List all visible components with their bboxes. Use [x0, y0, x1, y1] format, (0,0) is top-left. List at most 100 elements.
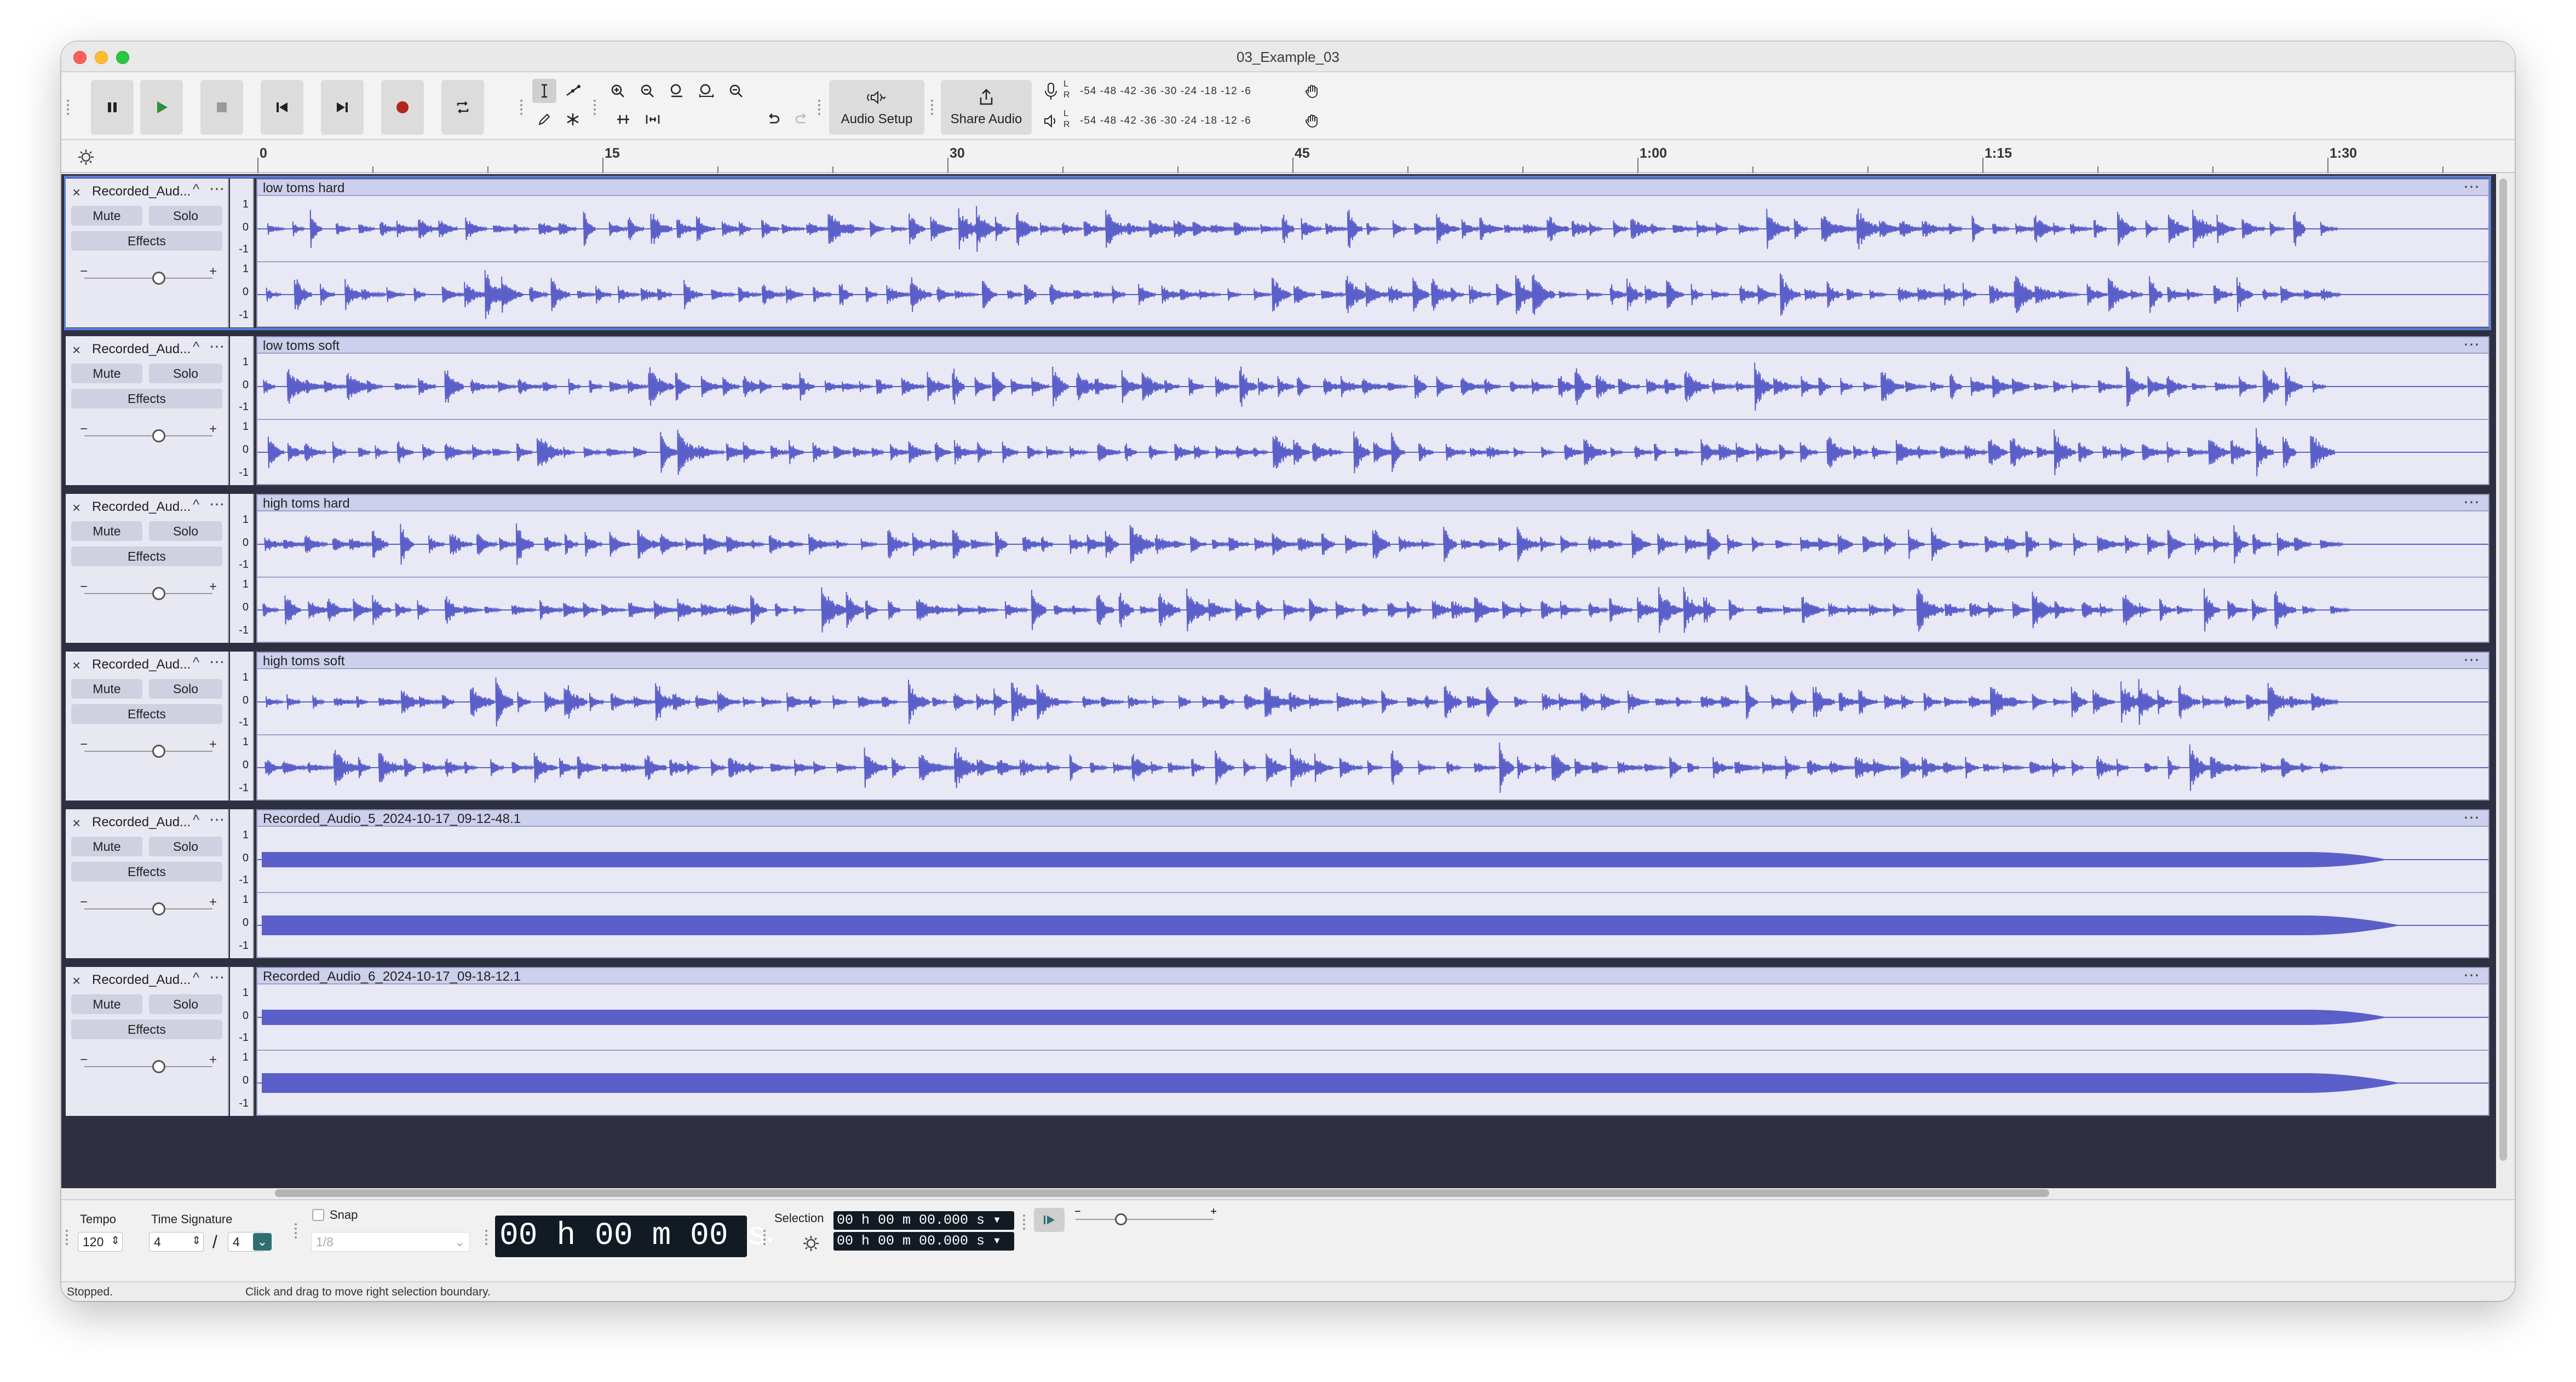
- ts-denominator-dropdown-icon[interactable]: ⌄: [253, 1233, 272, 1251]
- track-name[interactable]: Recorded_Aud...: [92, 499, 193, 515]
- gain-slider-knob[interactable]: [152, 587, 165, 600]
- gain-slider[interactable]: − +: [80, 895, 217, 917]
- play-at-speed-button[interactable]: [1034, 1208, 1065, 1232]
- multi-tool[interactable]: [561, 107, 585, 131]
- gain-slider[interactable]: − +: [80, 422, 217, 444]
- waveform[interactable]: [257, 827, 2488, 958]
- clip-header[interactable]: high toms hard ⋯: [257, 493, 2488, 512]
- stop-button[interactable]: [200, 80, 243, 135]
- track-name[interactable]: Recorded_Aud...: [92, 184, 193, 199]
- fit-project-button[interactable]: [694, 79, 718, 103]
- mute-button[interactable]: Mute: [71, 206, 142, 226]
- track-name[interactable]: Recorded_Aud...: [92, 972, 193, 988]
- redo-button[interactable]: [790, 107, 814, 131]
- track-collapse-icon[interactable]: ^: [193, 654, 199, 671]
- selection-start-time[interactable]: 00 h 00 m 00.000 s ▾: [833, 1211, 1014, 1230]
- effects-button[interactable]: Effects: [71, 704, 222, 724]
- snap-dropdown[interactable]: 1/8 ⌄: [311, 1232, 470, 1252]
- vertical-scrollbar[interactable]: [2499, 178, 2507, 1161]
- solo-button[interactable]: Solo: [149, 364, 222, 383]
- audio-clip[interactable]: high toms hard ⋯: [256, 493, 2489, 643]
- track-close-icon[interactable]: ×: [72, 972, 81, 989]
- gain-slider-knob[interactable]: [152, 745, 165, 758]
- skip-to-start-button[interactable]: [261, 80, 303, 135]
- track-name[interactable]: Recorded_Aud...: [92, 657, 193, 672]
- track[interactable]: × Recorded_Aud... ^ ⋯ Mute Solo Effects …: [65, 649, 2491, 803]
- ts-numerator-stepper-icon[interactable]: ⇕: [192, 1234, 201, 1247]
- audio-setup-grip-icon[interactable]: [817, 99, 821, 115]
- skip-to-end-button[interactable]: [321, 80, 364, 135]
- waveform[interactable]: [257, 669, 2488, 801]
- gain-slider-knob[interactable]: [152, 429, 165, 442]
- waveform[interactable]: [257, 354, 2488, 485]
- record-meter[interactable]: LR -54 -48 -42 -36 -30 -24 -18 -12 -6: [1036, 78, 1370, 105]
- toolbar-grip-icon[interactable]: [66, 99, 70, 115]
- playback-speed-slider[interactable]: − +: [1069, 1206, 1217, 1229]
- track-close-icon[interactable]: ×: [72, 184, 81, 201]
- undo-button[interactable]: [761, 107, 785, 131]
- effects-button[interactable]: Effects: [71, 546, 222, 566]
- gain-slider[interactable]: − +: [80, 264, 217, 286]
- waveform[interactable]: [257, 984, 2488, 1116]
- track-name[interactable]: Recorded_Aud...: [92, 342, 193, 357]
- clip-menu-icon[interactable]: ⋯: [2463, 808, 2480, 827]
- clip-menu-icon[interactable]: ⋯: [2463, 650, 2480, 670]
- track[interactable]: × Recorded_Aud... ^ ⋯ Mute Solo Effects …: [65, 334, 2491, 487]
- tempo-input[interactable]: 120 ⇕: [78, 1232, 123, 1252]
- timeline-settings-gear-icon[interactable]: [77, 148, 95, 166]
- track-collapse-icon[interactable]: ^: [193, 181, 199, 198]
- gain-slider[interactable]: − +: [80, 737, 217, 759]
- zoom-out-button[interactable]: [635, 79, 659, 103]
- tools-grip-icon[interactable]: [519, 99, 524, 115]
- mute-button[interactable]: Mute: [71, 521, 142, 541]
- track[interactable]: × Recorded_Aud... ^ ⋯ Mute Solo Effects …: [65, 965, 2491, 1118]
- pause-button[interactable]: [91, 80, 134, 135]
- record-button[interactable]: [381, 80, 424, 135]
- clip-menu-icon[interactable]: ⋯: [2463, 493, 2480, 512]
- track-close-icon[interactable]: ×: [72, 815, 81, 832]
- track-collapse-icon[interactable]: ^: [193, 811, 199, 828]
- track-control-panel[interactable]: × Recorded_Aud... ^ ⋯ Mute Solo Effects …: [66, 494, 229, 643]
- timeline-ruler[interactable]: 0 15 30 45 1:00 1:15 1:30: [257, 140, 2492, 173]
- track-menu-icon[interactable]: ⋯: [209, 337, 225, 355]
- track[interactable]: × Recorded_Aud... ^ ⋯ Mute Solo Effects …: [65, 492, 2491, 645]
- playback-meter[interactable]: LR -54 -48 -42 -36 -30 -24 -18 -12 -6: [1036, 107, 1370, 135]
- track-menu-icon[interactable]: ⋯: [209, 968, 225, 986]
- time-signature-grip-icon[interactable]: [65, 1229, 69, 1245]
- track-name[interactable]: Recorded_Aud...: [92, 815, 193, 830]
- track-collapse-icon[interactable]: ^: [193, 969, 199, 986]
- fit-selection-button[interactable]: [665, 79, 689, 103]
- audio-clip[interactable]: high toms soft ⋯: [256, 650, 2489, 801]
- gain-slider-knob[interactable]: [152, 272, 165, 285]
- track-control-panel[interactable]: × Recorded_Aud... ^ ⋯ Mute Solo Effects …: [66, 967, 229, 1116]
- solo-button[interactable]: Solo: [149, 994, 222, 1014]
- track-close-icon[interactable]: ×: [72, 342, 81, 359]
- clip-header[interactable]: Recorded_Audio_5_2024-10-17_09-12-48.1 ⋯: [257, 808, 2488, 827]
- snap-grip-icon[interactable]: [294, 1222, 298, 1239]
- gain-slider[interactable]: − +: [80, 1052, 217, 1074]
- loop-button[interactable]: [441, 80, 484, 135]
- clip-menu-icon[interactable]: ⋯: [2463, 335, 2480, 354]
- solo-button[interactable]: Solo: [149, 679, 222, 699]
- track-control-panel[interactable]: × Recorded_Aud... ^ ⋯ Mute Solo Effects …: [66, 809, 229, 958]
- silence-button[interactable]: [641, 107, 665, 131]
- effects-button[interactable]: Effects: [71, 1020, 222, 1039]
- trim-outside-button[interactable]: [611, 107, 635, 131]
- speed-slider-knob[interactable]: [1115, 1213, 1127, 1225]
- mute-button[interactable]: Mute: [71, 837, 142, 856]
- tracks-area[interactable]: × Recorded_Aud... ^ ⋯ Mute Solo Effects …: [61, 174, 2496, 1188]
- track[interactable]: × Recorded_Aud... ^ ⋯ Mute Solo Effects …: [64, 176, 2491, 330]
- tempo-stepper-icon[interactable]: ⇕: [111, 1234, 120, 1247]
- solo-button[interactable]: Solo: [149, 837, 222, 856]
- track-menu-icon[interactable]: ⋯: [209, 653, 225, 671]
- time-display-menu-icon[interactable]: ▾: [766, 1234, 774, 1248]
- time-display[interactable]: 00 h 00 m 00 s▾: [495, 1216, 774, 1257]
- share-grip-icon[interactable]: [930, 99, 934, 115]
- audio-clip[interactable]: Recorded_Audio_6_2024-10-17_09-18-12.1 ⋯: [256, 966, 2489, 1116]
- solo-button[interactable]: Solo: [149, 521, 222, 541]
- audio-setup-button[interactable]: Audio Setup: [829, 80, 924, 135]
- gain-slider-knob[interactable]: [152, 902, 165, 915]
- mute-button[interactable]: Mute: [71, 679, 142, 699]
- zoom-toggle-button[interactable]: [724, 79, 748, 103]
- draw-tool[interactable]: [532, 107, 556, 131]
